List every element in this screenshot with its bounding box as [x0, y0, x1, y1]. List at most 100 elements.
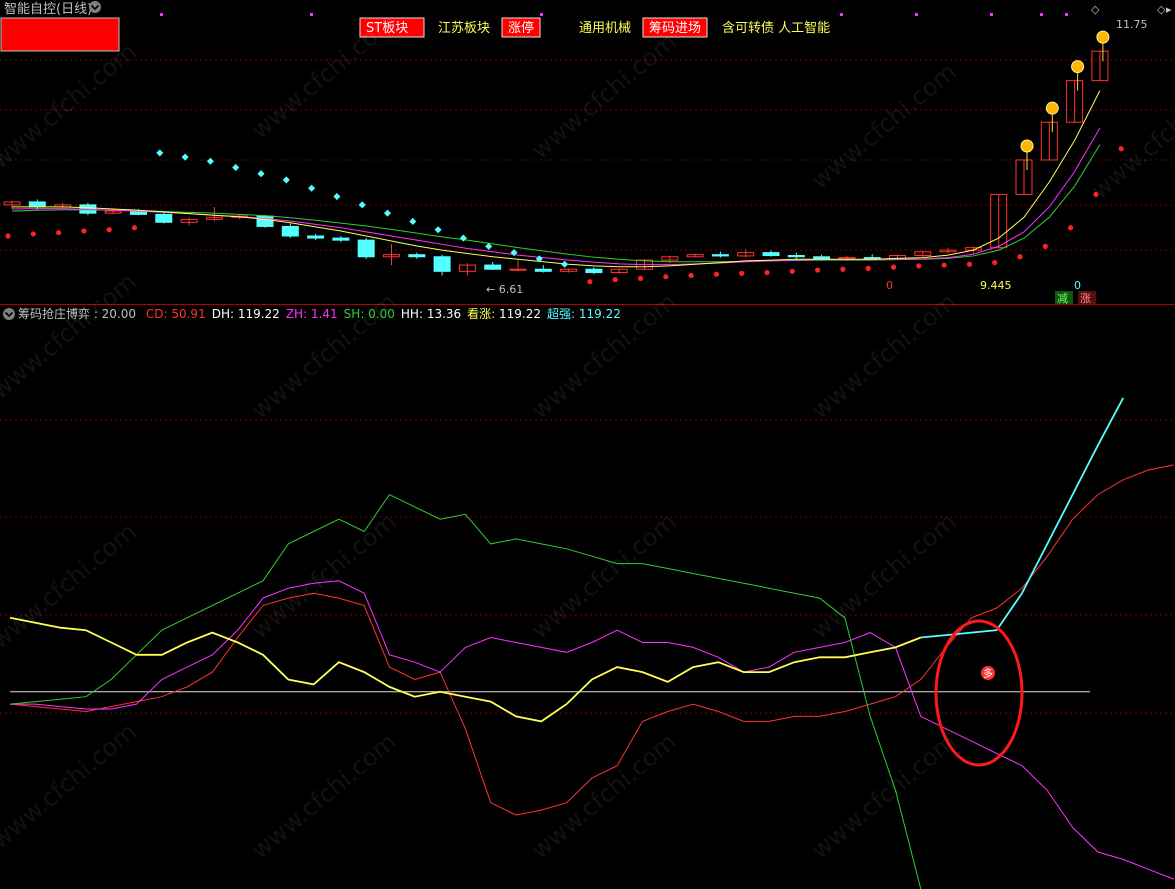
- sar-dot: [966, 261, 973, 267]
- marker-dot: [1040, 13, 1043, 16]
- legend-cq: 超强: 119.22: [547, 306, 621, 321]
- candle-body: [762, 252, 780, 257]
- tag-1[interactable]: 江苏板块: [438, 20, 490, 36]
- legend-cd: CD: 50.91: [146, 307, 206, 321]
- candle-body: [863, 257, 881, 260]
- sar-dot: [30, 231, 36, 237]
- sar-dot: [587, 279, 593, 285]
- legend-dh: DH: 119.22: [212, 307, 280, 321]
- price-marker: ◇ 11.75 ◇ ▸: [1091, 3, 1172, 31]
- candle-body: [155, 213, 173, 223]
- marker-dot: [540, 13, 543, 16]
- sar-dot: [232, 163, 240, 171]
- sar-dot: [282, 176, 290, 184]
- sar-dot: [206, 157, 214, 165]
- signal-highlight-circle: [934, 619, 1024, 767]
- candle-body: [585, 268, 603, 274]
- sar-dot: [916, 263, 922, 269]
- candle-body: [28, 201, 46, 208]
- watermark-text: www.cfchi.com: [246, 507, 402, 644]
- candle-body: [787, 255, 805, 258]
- menu-icon[interactable]: ◇: [1157, 3, 1166, 16]
- bottom-label-2: 9.445: [980, 279, 1012, 292]
- sar-dot: [358, 201, 366, 209]
- limit-up-balloon-icon: [1020, 139, 1034, 153]
- candle-body: [534, 268, 552, 272]
- candle-body: [357, 239, 375, 258]
- watermark-text: www.cfchi.com: [806, 507, 962, 644]
- sar-dot: [1068, 225, 1074, 231]
- watermark-text: www.cfchi.com: [806, 727, 962, 864]
- watermark-text: www.cfchi.com: [246, 727, 402, 864]
- watermark-text: www.cfchi.com: [526, 27, 682, 164]
- sar-dot: [156, 149, 164, 157]
- marker-dot: [840, 13, 843, 16]
- top-bar: 智能自控(日线) ST板块 江苏板块 涨停 通用机械 筹码进场 含可转债 人工智能 ◇ 1…: [0, 1, 1172, 52]
- tag-5[interactable]: 含可转债 人工智能: [722, 20, 830, 36]
- candle-body: [433, 256, 451, 272]
- sar-dot: [890, 264, 897, 270]
- limit-up-balloon-icon: [1071, 60, 1085, 74]
- marker-dot: [310, 13, 313, 16]
- sar-dot: [257, 170, 265, 178]
- watermark-text: www.cfchi.com: [526, 727, 682, 864]
- marker-dot: [160, 13, 163, 16]
- bottom-label-1: 0: [886, 279, 893, 292]
- reduce-button[interactable]: 减: [1055, 291, 1073, 305]
- chart-stage: 智能自控(日线) ST板块 江苏板块 涨停 通用机械 筹码进场 含可转债 人工智能 ◇ 1…: [0, 1, 1175, 889]
- buy-signal-text: 多: [983, 667, 993, 680]
- sar-dot: [131, 225, 138, 231]
- sar-dot: [840, 266, 846, 272]
- candle-body: [281, 225, 299, 237]
- watermark-text: www.cfchi.com: [0, 267, 142, 404]
- watermark-text: www.cfchi.com: [526, 507, 682, 644]
- tag-3[interactable]: 通用机械: [579, 21, 631, 36]
- sar-dot: [561, 260, 569, 268]
- sar-dot: [181, 153, 189, 161]
- candle-body: [307, 235, 325, 239]
- indicator-grid: www.cfchi.com www.cfchi.com www.cfchi.com w…: [0, 7, 1175, 865]
- sar-dot: [739, 270, 745, 276]
- tag-2[interactable]: 涨停: [508, 20, 534, 36]
- candle-body: [711, 254, 729, 257]
- legend-kz: 看涨: 119.22: [467, 306, 541, 321]
- watermark-text: www.cfchi.com: [0, 517, 142, 654]
- limit-up-balloon-icon: [1096, 30, 1110, 44]
- svg-text:减: 减: [1057, 292, 1068, 305]
- svg-text:涨: 涨: [1080, 292, 1091, 305]
- chart-title[interactable]: 智能自控(日线): [4, 2, 92, 17]
- sar-dot: [663, 274, 669, 280]
- sar-dot: [308, 184, 316, 192]
- indicator-dropdown-icon[interactable]: [3, 308, 15, 320]
- rise-button[interactable]: 涨: [1078, 291, 1096, 305]
- sar-dot: [764, 269, 770, 276]
- sar-dot: [5, 233, 11, 239]
- sar-dot: [865, 265, 871, 271]
- sar-dot: [409, 217, 417, 225]
- sar-dot: [1042, 243, 1048, 249]
- marker-dot: [990, 13, 993, 16]
- sar-dot: [81, 228, 87, 234]
- sar-dot: [713, 271, 720, 277]
- sar-dot: [1118, 146, 1124, 152]
- menu-icon-2[interactable]: ▸: [1166, 3, 1172, 16]
- candle-body: [813, 256, 831, 260]
- sar-dot: [815, 267, 821, 273]
- low-price-label: ← 6.61: [486, 283, 523, 296]
- candle-body: [484, 264, 502, 270]
- sar-dot: [56, 230, 62, 236]
- sar-dot: [941, 262, 947, 268]
- candlestick-chart[interactable]: [3, 30, 1124, 285]
- sar-dot: [106, 227, 112, 233]
- title-dropdown-icon[interactable]: [89, 1, 101, 13]
- legend-hh: HH: 13.36: [401, 307, 461, 321]
- watermark-text: www.cfchi.com: [806, 287, 962, 424]
- watermark-text: www.cfchi.com: [246, 7, 402, 144]
- diamond-icon[interactable]: ◇: [1091, 3, 1100, 16]
- sar-dot: [789, 268, 795, 274]
- high-price-label: 11.75: [1116, 18, 1148, 31]
- marker-dot: [1065, 13, 1068, 16]
- series-kanzhang-line: [9, 616, 922, 723]
- sar-dot: [992, 259, 998, 266]
- candle-body: [408, 254, 426, 258]
